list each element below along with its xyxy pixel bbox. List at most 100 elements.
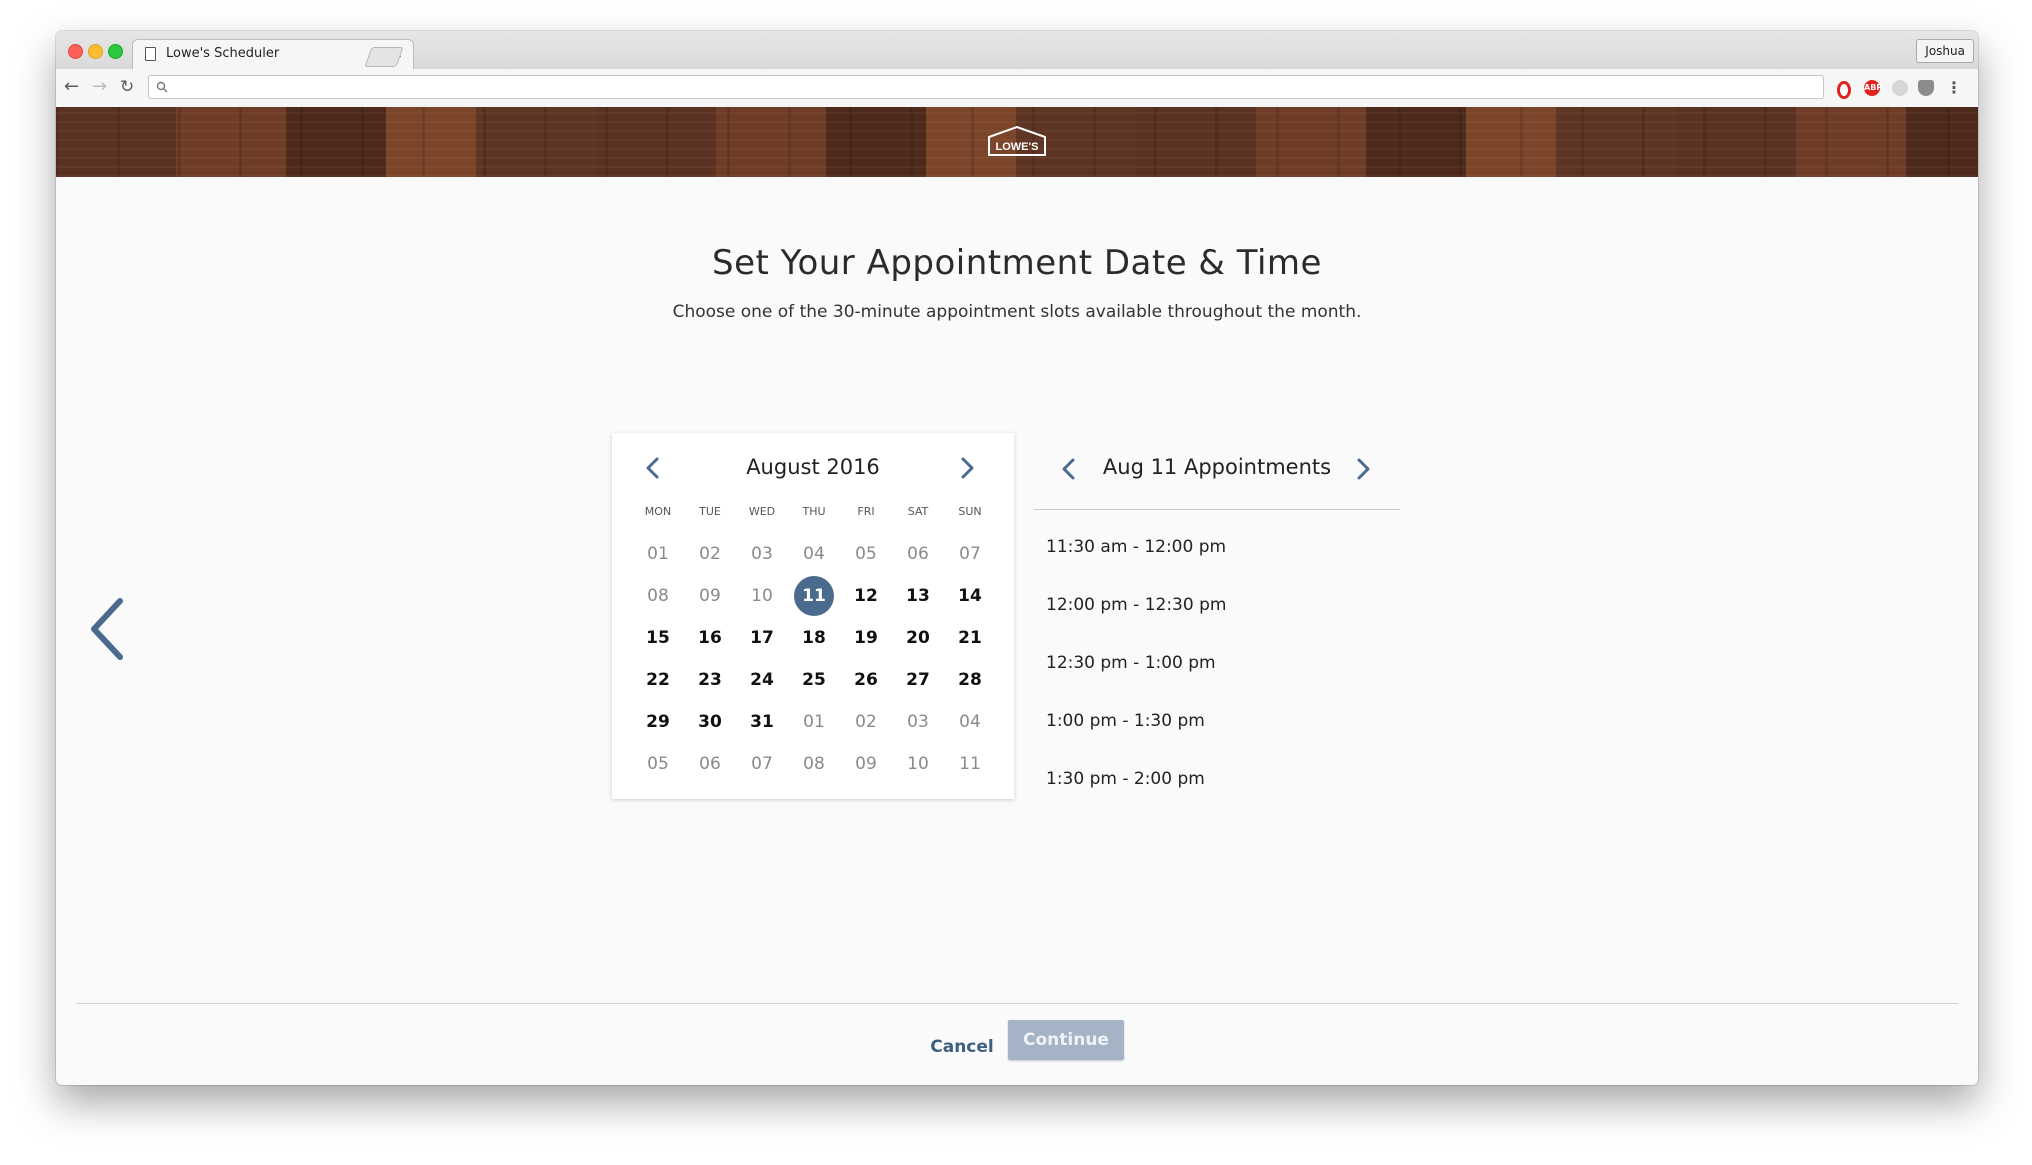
appointment-slot[interactable]: 11:30 am - 12:00 pm xyxy=(1034,518,1400,576)
adblock-plus-icon[interactable]: ABP xyxy=(1864,80,1882,96)
appointment-slots: 11:30 am - 12:00 pm 12:00 pm - 12:30 pm 12… xyxy=(1034,510,1400,808)
cancel-button[interactable]: Cancel xyxy=(916,1029,1008,1065)
calendar-month-label: August 2016 xyxy=(746,455,880,479)
calendar-day-available[interactable]: 27 xyxy=(892,659,944,701)
calendar-day-number: 09 xyxy=(855,754,877,774)
appointment-slot[interactable]: 12:30 pm - 1:00 pm xyxy=(1034,634,1400,692)
calendar-day-available[interactable]: 18 xyxy=(788,617,840,659)
calendar-day-available[interactable]: 31 xyxy=(736,701,788,743)
calendar-day-number: 04 xyxy=(959,712,981,732)
calendar-day-number: 26 xyxy=(854,670,878,690)
address-bar[interactable] xyxy=(148,75,1824,99)
appointments-panel: Aug 11 Appointments 11:30 am - 12:00 pm 1… xyxy=(1034,433,1400,808)
calendar-day-number: 27 xyxy=(906,670,930,690)
footer-divider xyxy=(76,1003,1958,1004)
calendar-day-number: 04 xyxy=(803,544,825,564)
calendar-day-available[interactable]: 28 xyxy=(944,659,996,701)
calendar-day-available[interactable]: 30 xyxy=(684,701,736,743)
calendar-day-available[interactable]: 22 xyxy=(632,659,684,701)
calendar-day-unavailable: 05 xyxy=(840,533,892,575)
appointments-title: Aug 11 Appointments xyxy=(1102,455,1332,479)
calendar-day-number: 17 xyxy=(750,628,774,648)
calendar-day-unavailable: 10 xyxy=(892,743,944,785)
calendar-day-number: 31 xyxy=(750,712,774,732)
appointment-slot[interactable]: 1:00 pm - 1:30 pm xyxy=(1034,692,1400,750)
calendar-day-available[interactable]: 17 xyxy=(736,617,788,659)
minimize-window-button[interactable] xyxy=(88,44,103,59)
weekday-label: MON xyxy=(644,505,672,518)
calendar-day-unavailable: 02 xyxy=(840,701,892,743)
calendar-day-number: 12 xyxy=(854,586,878,606)
calendar-day-unavailable: 09 xyxy=(840,743,892,785)
calendar-day-number: 29 xyxy=(646,712,670,732)
calendar-day-available[interactable]: 29 xyxy=(632,701,684,743)
back-chevron-icon[interactable] xyxy=(86,597,126,661)
calendar-day-available[interactable]: 24 xyxy=(736,659,788,701)
appointments-header: Aug 11 Appointments xyxy=(1034,433,1400,510)
weekday-label: THU xyxy=(802,505,826,518)
back-arrow-icon[interactable]: ← xyxy=(64,77,79,97)
calendar-day-available[interactable]: 15 xyxy=(632,617,684,659)
calendar-day-unavailable: 04 xyxy=(788,533,840,575)
calendar-day-number: 05 xyxy=(647,754,669,774)
privacy-badger-icon[interactable] xyxy=(1918,80,1934,96)
browser-window: Lowe's Scheduler × Joshua ← → ↻ ABP ⋮ LO… xyxy=(56,31,1978,1085)
weekday-label: SUN xyxy=(958,505,982,518)
calendar-day-unavailable: 06 xyxy=(684,743,736,785)
calendar-day-number: 06 xyxy=(699,754,721,774)
lowes-logo[interactable]: LOWE'S xyxy=(985,125,1049,157)
calendar-day-available[interactable]: 13 xyxy=(892,575,944,617)
calendar-day-number: 07 xyxy=(751,754,773,774)
opera-icon[interactable] xyxy=(1837,81,1851,99)
calendar-day-number: 25 xyxy=(802,670,826,690)
calendar-day-unavailable: 02 xyxy=(684,533,736,575)
calendar-day-available[interactable]: 19 xyxy=(840,617,892,659)
maximize-window-button[interactable] xyxy=(108,44,123,59)
tab-title: Lowe's Scheduler xyxy=(166,46,280,61)
calendar-day-available[interactable]: 21 xyxy=(944,617,996,659)
calendar-day-selected[interactable]: 11 xyxy=(788,575,840,617)
weekday-label: FRI xyxy=(857,505,875,518)
appointment-slot[interactable]: 1:30 pm - 2:00 pm xyxy=(1034,750,1400,808)
appointment-slot[interactable]: 12:00 pm - 12:30 pm xyxy=(1034,576,1400,634)
calendar-day-unavailable: 11 xyxy=(944,743,996,785)
more-menu-icon[interactable]: ⋮ xyxy=(1946,80,1962,96)
calendar-day-available[interactable]: 26 xyxy=(840,659,892,701)
weekday-label: WED xyxy=(748,505,776,518)
calendar-day-number: 11 xyxy=(802,586,826,606)
calendar-day-available[interactable]: 20 xyxy=(892,617,944,659)
next-day-chevron-icon[interactable] xyxy=(1352,458,1374,480)
calendar: August 2016 MON TUE WED THU FRI SAT SUN 01 02 03… xyxy=(612,433,1014,799)
close-window-button[interactable] xyxy=(68,44,83,59)
calendar-day-number: 08 xyxy=(803,754,825,774)
calendar-day-number: 24 xyxy=(750,670,774,690)
calendar-day-unavailable: 08 xyxy=(788,743,840,785)
calendar-day-available[interactable]: 12 xyxy=(840,575,892,617)
header-banner: LOWE'S xyxy=(56,107,1978,177)
calendar-day-number: 16 xyxy=(698,628,722,648)
continue-button[interactable]: Continue xyxy=(1008,1020,1124,1060)
ghostery-icon[interactable] xyxy=(1892,80,1908,96)
calendar-day-available[interactable]: 25 xyxy=(788,659,840,701)
calendar-day-number: 22 xyxy=(646,670,670,690)
reload-icon[interactable]: ↻ xyxy=(120,77,134,97)
next-month-chevron-icon[interactable] xyxy=(956,457,978,479)
calendar-day-available[interactable]: 23 xyxy=(684,659,736,701)
calendar-day-number: 14 xyxy=(958,586,982,606)
calendar-day-unavailable: 09 xyxy=(684,575,736,617)
main-content: Set Your Appointment Date & Time Choose … xyxy=(56,177,1978,1085)
calendar-day-available[interactable]: 14 xyxy=(944,575,996,617)
logo-text: LOWE'S xyxy=(996,141,1039,153)
calendar-day-available[interactable]: 16 xyxy=(684,617,736,659)
calendar-day-unavailable: 03 xyxy=(892,701,944,743)
browser-toolbar: ← → ↻ ABP ⋮ xyxy=(56,69,1978,108)
profile-button[interactable]: Joshua xyxy=(1916,39,1974,63)
calendar-day-unavailable: 05 xyxy=(632,743,684,785)
page-title: Set Your Appointment Date & Time xyxy=(712,243,1322,283)
calendar-day-number: 10 xyxy=(751,586,773,606)
calendar-day-number: 15 xyxy=(646,628,670,648)
calendar-day-unavailable: 03 xyxy=(736,533,788,575)
forward-arrow-icon[interactable]: → xyxy=(92,77,107,97)
calendar-day-number: 13 xyxy=(906,586,930,606)
calendar-day-number: 03 xyxy=(751,544,773,564)
